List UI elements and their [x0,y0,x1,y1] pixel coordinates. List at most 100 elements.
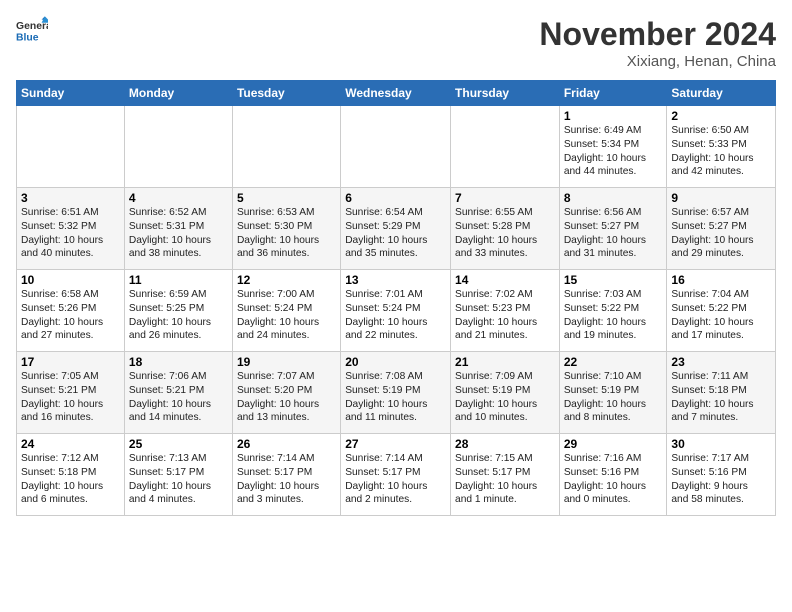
day-number: 25 [129,437,228,451]
calendar-cell: 13Sunrise: 7:01 AM Sunset: 5:24 PM Dayli… [341,270,451,352]
day-info: Sunrise: 6:56 AM Sunset: 5:27 PM Dayligh… [564,207,646,259]
day-number: 21 [455,355,555,369]
calendar-cell: 7Sunrise: 6:55 AM Sunset: 5:28 PM Daylig… [451,188,560,270]
calendar-cell: 17 Sunrise: 7:05 AM Sunset: 5:21 PM Dayli… [17,352,125,434]
day-number: 3 [21,191,120,205]
day-info: Sunrise: 7:14 AM Sunset: 5:17 PM Dayligh… [237,453,319,505]
calendar-cell: 29Sunrise: 7:16 AM Sunset: 5:16 PM Dayli… [559,434,667,516]
col-friday: Friday [559,81,667,106]
day-number: 24 [21,437,120,451]
day-number: 19 [237,355,336,369]
calendar-week-1: 1 Sunrise: 6:49 AM Sunset: 5:34 PM Daylig… [17,106,776,188]
calendar-cell: 25 Sunrise: 7:13 AM Sunset: 5:17 PM Dayli… [124,434,232,516]
day-info: Sunrise: 7:05 AM Sunset: 5:21 PM Dayligh… [21,371,103,423]
calendar-week-4: 17 Sunrise: 7:05 AM Sunset: 5:21 PM Dayli… [17,352,776,434]
day-info: Sunrise: 6:50 AM Sunset: 5:33 PM Dayligh… [671,125,753,177]
month-title: November 2024 [539,16,776,53]
day-info: Sunrise: 7:00 AM Sunset: 5:24 PM Dayligh… [237,289,319,341]
day-number: 30 [671,437,771,451]
calendar-cell: 12 Sunrise: 7:00 AM Sunset: 5:24 PM Dayli… [232,270,340,352]
day-number: 28 [455,437,555,451]
day-info: Sunrise: 6:54 AM Sunset: 5:29 PM Dayligh… [345,207,427,259]
calendar-cell: 18 Sunrise: 7:06 AM Sunset: 5:21 PM Dayli… [124,352,232,434]
day-info: Sunrise: 6:52 AM Sunset: 5:31 PM Dayligh… [129,207,211,259]
day-number: 11 [129,273,228,287]
col-thursday: Thursday [451,81,560,106]
day-info: Sunrise: 6:57 AM Sunset: 5:27 PM Dayligh… [671,207,753,259]
calendar-cell: 10 Sunrise: 6:58 AM Sunset: 5:26 PM Dayli… [17,270,125,352]
calendar-week-5: 24 Sunrise: 7:12 AM Sunset: 5:18 PM Dayli… [17,434,776,516]
calendar-cell: 22 Sunrise: 7:10 AM Sunset: 5:19 PM Dayli… [559,352,667,434]
day-number: 22 [564,355,663,369]
day-number: 8 [564,191,663,205]
day-info: Sunrise: 7:13 AM Sunset: 5:17 PM Dayligh… [129,453,211,505]
col-wednesday: Wednesday [341,81,451,106]
day-number: 4 [129,191,228,205]
day-info: Sunrise: 7:14 AM Sunset: 5:17 PM Dayligh… [345,453,427,505]
day-info: Sunrise: 7:12 AM Sunset: 5:18 PM Dayligh… [21,453,103,505]
day-info: Sunrise: 7:07 AM Sunset: 5:20 PM Dayligh… [237,371,319,423]
calendar-cell: 23Sunrise: 7:11 AM Sunset: 5:18 PM Dayli… [667,352,776,434]
day-number: 17 [21,355,120,369]
day-info: Sunrise: 7:09 AM Sunset: 5:19 PM Dayligh… [455,371,537,423]
calendar-table: Sunday Monday Tuesday Wednesday Thursday… [16,80,776,516]
calendar-cell [17,106,125,188]
day-number: 20 [345,355,446,369]
day-info: Sunrise: 7:16 AM Sunset: 5:16 PM Dayligh… [564,453,646,505]
header-row: Sunday Monday Tuesday Wednesday Thursday… [17,81,776,106]
day-number: 18 [129,355,228,369]
day-number: 12 [237,273,336,287]
day-number: 6 [345,191,446,205]
day-info: Sunrise: 7:02 AM Sunset: 5:23 PM Dayligh… [455,289,537,341]
calendar-cell: 9 Sunrise: 6:57 AM Sunset: 5:27 PM Daylig… [667,188,776,270]
calendar-cell: 27 Sunrise: 7:14 AM Sunset: 5:17 PM Dayli… [341,434,451,516]
day-number: 15 [564,273,663,287]
day-info: Sunrise: 6:51 AM Sunset: 5:32 PM Dayligh… [21,207,103,259]
day-number: 27 [345,437,446,451]
calendar-week-3: 10 Sunrise: 6:58 AM Sunset: 5:26 PM Dayli… [17,270,776,352]
logo-icon: General Blue [16,16,48,44]
day-info: Sunrise: 7:08 AM Sunset: 5:19 PM Dayligh… [345,371,427,423]
calendar-cell [341,106,451,188]
day-info: Sunrise: 7:10 AM Sunset: 5:19 PM Dayligh… [564,371,646,423]
col-saturday: Saturday [667,81,776,106]
day-number: 2 [671,109,771,123]
calendar-cell: 20 Sunrise: 7:08 AM Sunset: 5:19 PM Dayli… [341,352,451,434]
calendar-week-2: 3 Sunrise: 6:51 AM Sunset: 5:32 PM Daylig… [17,188,776,270]
calendar-cell: 3 Sunrise: 6:51 AM Sunset: 5:32 PM Daylig… [17,188,125,270]
calendar-cell: 1 Sunrise: 6:49 AM Sunset: 5:34 PM Daylig… [559,106,667,188]
day-info: Sunrise: 7:11 AM Sunset: 5:18 PM Dayligh… [671,371,753,423]
calendar-cell [451,106,560,188]
col-monday: Monday [124,81,232,106]
svg-text:Blue: Blue [16,32,39,43]
day-info: Sunrise: 6:49 AM Sunset: 5:34 PM Dayligh… [564,125,646,177]
day-info: Sunrise: 7:15 AM Sunset: 5:17 PM Dayligh… [455,453,537,505]
calendar-cell: 2 Sunrise: 6:50 AM Sunset: 5:33 PM Daylig… [667,106,776,188]
calendar-cell: 26Sunrise: 7:14 AM Sunset: 5:17 PM Dayli… [232,434,340,516]
calendar-cell: 30Sunrise: 7:17 AM Sunset: 5:16 PM Dayli… [667,434,776,516]
day-info: Sunrise: 6:53 AM Sunset: 5:30 PM Dayligh… [237,207,319,259]
day-number: 9 [671,191,771,205]
calendar-cell: 15Sunrise: 7:03 AM Sunset: 5:22 PM Dayli… [559,270,667,352]
col-tuesday: Tuesday [232,81,340,106]
day-info: Sunrise: 6:59 AM Sunset: 5:25 PM Dayligh… [129,289,211,341]
day-info: Sunrise: 7:01 AM Sunset: 5:24 PM Dayligh… [345,289,427,341]
calendar-cell [124,106,232,188]
logo: General Blue [16,16,52,44]
day-number: 14 [455,273,555,287]
header: General Blue November 2024 Xixiang, Hena… [16,16,776,70]
day-info: Sunrise: 7:04 AM Sunset: 5:22 PM Dayligh… [671,289,753,341]
day-number: 5 [237,191,336,205]
day-info: Sunrise: 6:58 AM Sunset: 5:26 PM Dayligh… [21,289,103,341]
calendar-cell: 14 Sunrise: 7:02 AM Sunset: 5:23 PM Dayli… [451,270,560,352]
calendar-cell: 28 Sunrise: 7:15 AM Sunset: 5:17 PM Dayli… [451,434,560,516]
calendar-cell: 11 Sunrise: 6:59 AM Sunset: 5:25 PM Dayli… [124,270,232,352]
calendar-cell: 21 Sunrise: 7:09 AM Sunset: 5:19 PM Dayli… [451,352,560,434]
day-info: Sunrise: 7:06 AM Sunset: 5:21 PM Dayligh… [129,371,211,423]
day-number: 10 [21,273,120,287]
title-block: November 2024 Xixiang, Henan, China [539,16,776,70]
svg-text:General: General [16,21,48,32]
day-number: 1 [564,109,663,123]
day-number: 16 [671,273,771,287]
calendar-cell: 5 Sunrise: 6:53 AM Sunset: 5:30 PM Daylig… [232,188,340,270]
